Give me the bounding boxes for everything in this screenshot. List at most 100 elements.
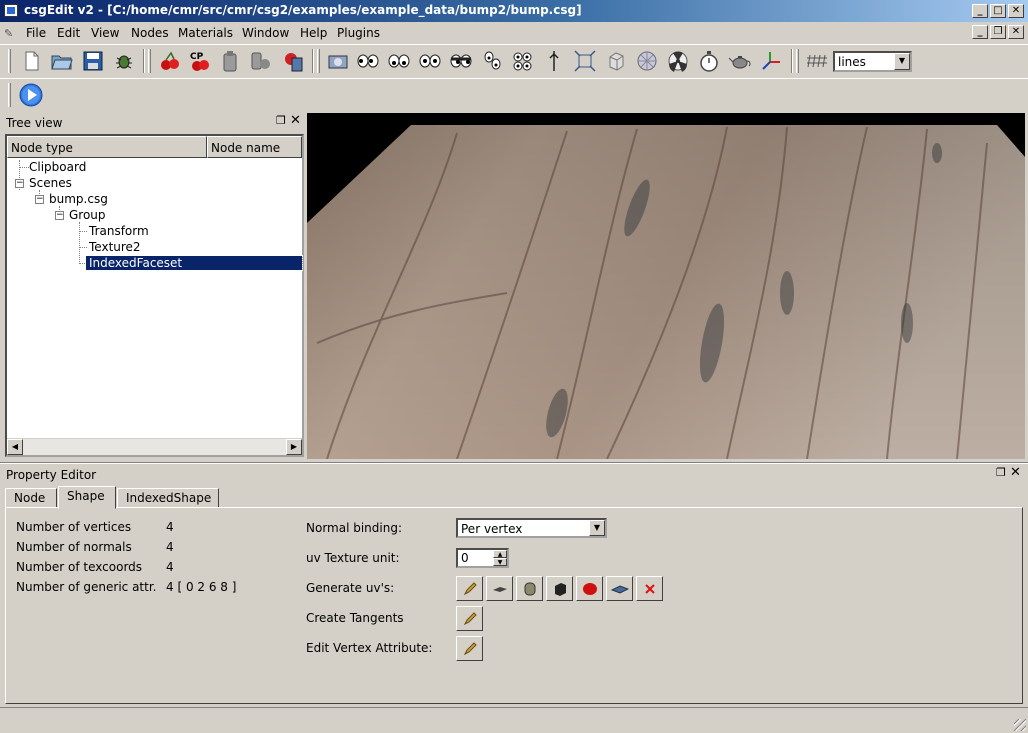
tree-node-texture2[interactable]: Texture2 xyxy=(89,240,141,254)
stopwatch-icon[interactable] xyxy=(697,50,721,72)
uv-texture-unit-spinbox[interactable]: 0 ▲ ▼ xyxy=(456,548,509,568)
minimize-button[interactable]: _ xyxy=(972,4,988,18)
menu-edit[interactable]: Edit xyxy=(57,26,80,40)
cherries-icon[interactable] xyxy=(158,50,182,72)
toolbar-grip[interactable] xyxy=(148,49,151,73)
toolbar-grip[interactable] xyxy=(796,49,799,73)
app-icon xyxy=(4,4,18,17)
camera-icon[interactable] xyxy=(326,50,350,72)
toolbar-grip[interactable] xyxy=(317,49,320,73)
sphere-grid-icon[interactable] xyxy=(635,50,659,72)
eyes-side-icon[interactable] xyxy=(449,50,473,72)
fit-view-icon[interactable] xyxy=(573,50,597,72)
edit-vertex-attribute-label: Edit Vertex Attribute: xyxy=(306,641,433,655)
uv-planar-button[interactable] xyxy=(486,576,513,601)
tree-node-scenes[interactable]: Scenes xyxy=(29,176,72,190)
teapot-icon[interactable] xyxy=(728,50,752,72)
chevron-down-icon[interactable]: ▼ xyxy=(894,53,910,70)
new-file-icon[interactable] xyxy=(20,50,44,72)
eyes-top-icon[interactable] xyxy=(418,50,442,72)
mdi-close-button[interactable]: ✕ xyxy=(1008,25,1024,39)
chevron-down-icon[interactable]: ▼ xyxy=(589,520,605,536)
tree-view-close-icon[interactable]: ✕ xyxy=(290,113,301,128)
save-icon[interactable] xyxy=(81,50,105,72)
stat-value-vertices: 4 xyxy=(166,520,174,534)
tab-shape[interactable]: Shape xyxy=(58,486,116,509)
column-header-node-name[interactable]: Node name xyxy=(207,136,302,158)
delete-icon[interactable] xyxy=(281,50,305,72)
render-mode-value: lines xyxy=(838,55,866,69)
resize-grip-icon[interactable] xyxy=(1014,719,1026,731)
bug-icon[interactable] xyxy=(112,50,136,72)
play-icon[interactable] xyxy=(18,82,44,108)
menu-plugins[interactable]: Plugins xyxy=(337,26,380,40)
spin-down-icon[interactable]: ▼ xyxy=(493,558,507,566)
tree-node-indexedfaceset[interactable]: IndexedFaceset xyxy=(85,255,303,271)
eyes-multi-icon[interactable] xyxy=(511,50,535,72)
menu-help[interactable]: Help xyxy=(300,26,327,40)
mdi-restore-button[interactable]: ❐ xyxy=(990,25,1006,39)
3d-viewport[interactable] xyxy=(307,113,1025,459)
tab-node[interactable]: Node xyxy=(5,488,57,508)
collapse-icon[interactable]: − xyxy=(55,211,64,220)
title-bar: csgEdit v2 - [C:/home/cmr/src/cmr/csg2/e… xyxy=(0,0,1028,22)
stat-label-vertices: Number of vertices xyxy=(16,520,132,534)
tree-node-bump-csg[interactable]: bump.csg xyxy=(49,192,108,206)
tree-view[interactable]: Node type Node name Clipboard − Scenes −… xyxy=(5,134,304,457)
menu-materials[interactable]: Materials xyxy=(178,26,233,40)
copy-cherries-icon[interactable]: CP xyxy=(188,50,212,72)
toolbar-grip[interactable] xyxy=(8,49,11,73)
paste-special-icon[interactable] xyxy=(249,50,273,72)
render-mode-select[interactable]: lines ▼ xyxy=(833,51,912,72)
wire-cube-icon[interactable] xyxy=(604,50,628,72)
dock-separator[interactable] xyxy=(0,462,1028,464)
tree-horizontal-scrollbar[interactable]: ◀ ▶ xyxy=(7,438,302,455)
cube-icon xyxy=(554,582,566,596)
paste-icon[interactable] xyxy=(218,50,242,72)
uv-box-button[interactable] xyxy=(546,576,573,601)
property-editor-float-icon[interactable]: ❐ xyxy=(996,466,1006,479)
eyes-rotate-icon[interactable] xyxy=(480,50,504,72)
sphere-icon xyxy=(582,582,597,595)
create-tangents-button[interactable] xyxy=(456,606,483,631)
menu-view[interactable]: View xyxy=(91,26,119,40)
grid-icon[interactable] xyxy=(805,50,829,72)
tree-node-clipboard[interactable]: Clipboard xyxy=(29,160,86,174)
collapse-icon[interactable]: − xyxy=(15,179,24,188)
textured-plane xyxy=(307,125,1025,459)
tab-indexedshape[interactable]: IndexedShape xyxy=(117,488,219,508)
normal-binding-select[interactable]: Per vertex ▼ xyxy=(456,518,607,538)
main-toolbar: CP lines ▼ xyxy=(0,44,1028,76)
stat-label-texcoords: Number of texcoords xyxy=(16,560,143,574)
uv-mesh-button[interactable] xyxy=(606,576,633,601)
eyes-icon[interactable] xyxy=(356,50,380,72)
edit-vertex-attribute-button[interactable] xyxy=(456,636,483,661)
tree-view-float-icon[interactable]: ❐ xyxy=(276,114,286,127)
uv-texture-unit-label: uv Texture unit: xyxy=(306,551,400,565)
eyes-front-icon[interactable] xyxy=(387,50,411,72)
uv-cylinder-button[interactable] xyxy=(516,576,543,601)
menu-window[interactable]: Window xyxy=(242,26,289,40)
menu-file[interactable]: File xyxy=(26,26,46,40)
column-header-node-type[interactable]: Node type xyxy=(7,136,207,158)
open-file-icon[interactable] xyxy=(50,50,74,72)
uv-sphere-button[interactable] xyxy=(576,576,603,601)
property-editor-close-icon[interactable]: ✕ xyxy=(1010,465,1021,480)
collapse-icon[interactable]: − xyxy=(35,195,44,204)
tree-node-transform[interactable]: Transform xyxy=(89,224,149,238)
mdi-minimize-button[interactable]: _ xyxy=(972,25,988,39)
uv-manual-button[interactable] xyxy=(456,576,483,601)
radiation-icon[interactable] xyxy=(666,50,690,72)
spin-up-icon[interactable]: ▲ xyxy=(493,550,507,558)
scroll-left-icon[interactable]: ◀ xyxy=(7,439,23,455)
menu-nodes[interactable]: Nodes xyxy=(131,26,169,40)
maximize-button[interactable]: □ xyxy=(990,4,1006,18)
uv-clear-button[interactable] xyxy=(636,576,663,601)
toolbar-grip[interactable] xyxy=(8,83,11,107)
pointer-icon[interactable] xyxy=(542,50,566,72)
axes-icon[interactable] xyxy=(759,50,783,72)
tree-node-group[interactable]: Group xyxy=(69,208,106,222)
close-button[interactable]: ✕ xyxy=(1008,4,1024,18)
scroll-right-icon[interactable]: ▶ xyxy=(286,439,302,455)
mdi-document-icon[interactable]: ✎ xyxy=(4,27,18,40)
